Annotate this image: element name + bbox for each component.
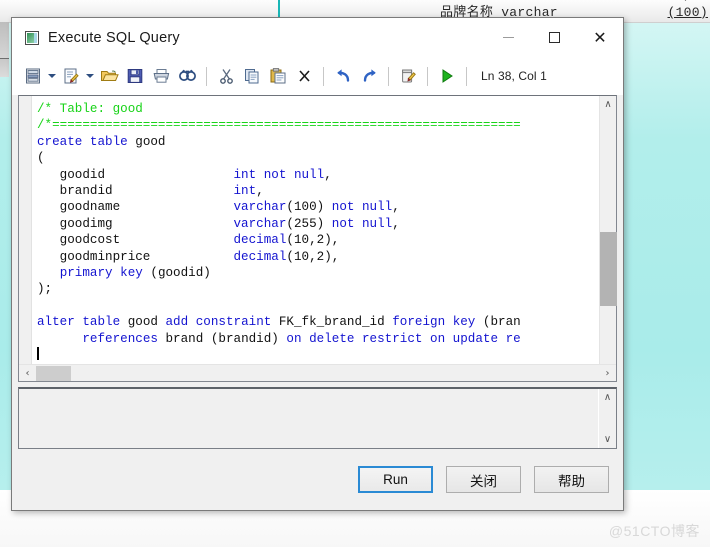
output-scroll-down-button[interactable]: ∨ [599,431,616,448]
sql-window-icon [25,30,39,45]
save-icon[interactable] [122,63,148,89]
scroll-left-button[interactable]: ‹ [19,365,36,382]
print-icon[interactable] [148,63,174,89]
toolbar-separator [466,66,467,86]
scroll-right-button[interactable]: › [599,365,616,382]
minimize-button[interactable] [485,18,531,57]
copy-icon[interactable] [239,63,265,89]
run-icon[interactable] [434,63,460,89]
close-icon: ✕ [593,27,607,47]
editor-hscroll-thumb[interactable] [36,365,71,381]
output-vertical-scrollbar[interactable]: ∧ ∨ [598,389,616,448]
toolbar-separator [388,66,389,86]
delete-icon[interactable] [291,63,317,89]
find-icon[interactable] [174,63,200,89]
run-button[interactable]: Run [358,466,433,493]
execute-sql-query-dialog: Execute SQL Query ✕ Ln 38, Col 1 /* Tabl… [11,17,624,511]
save-as-dropdown-arrow[interactable] [46,63,58,89]
maximize-icon [548,32,560,43]
cursor-position-status: Ln 38, Col 1 [481,69,547,83]
editor-vscroll-track[interactable] [599,113,617,364]
editor-horizontal-scrollbar[interactable]: ‹ › [19,364,616,381]
sql-editor[interactable]: /* Table: good /*=======================… [18,95,617,382]
sql-code-area[interactable]: /* Table: good /*=======================… [32,96,616,364]
open-folder-icon[interactable] [96,63,122,89]
sql-editor-inner: /* Table: good /*=======================… [19,96,617,381]
editor-gutter [19,96,32,364]
new-query-icon[interactable] [58,63,84,89]
help-button[interactable]: 帮助 [534,466,609,493]
paste-icon[interactable] [265,63,291,89]
scroll-up-button[interactable]: ∧ [600,96,617,113]
cut-icon[interactable] [213,63,239,89]
new-query-dropdown-arrow[interactable] [84,63,96,89]
editor-vscroll-thumb[interactable] [599,232,617,306]
save-as-icon[interactable] [20,63,46,89]
background-entity-field-length: (100) [667,5,708,20]
editor-hscroll-track[interactable] [36,365,599,382]
close-dialog-button[interactable]: 关闭 [446,466,521,493]
window-title: Execute SQL Query [48,29,180,46]
background-left-panel-bottom [0,59,9,77]
dialog-button-bar: Run 关闭 帮助 [12,449,623,510]
editor-vertical-scrollbar[interactable]: ∧ ∨ [599,96,617,381]
toolbar-separator [427,66,428,86]
window-controls: ✕ [485,18,623,57]
toolbar-separator [206,66,207,86]
toolbar-separator [323,66,324,86]
watermark: @51CTO博客 [608,523,700,539]
close-button[interactable]: ✕ [577,18,623,57]
minimize-icon [502,37,514,38]
title-bar[interactable]: Execute SQL Query ✕ [12,18,623,58]
output-text [19,389,598,448]
undo-icon[interactable] [330,63,356,89]
edit-script-icon[interactable] [395,63,421,89]
redo-icon[interactable] [356,63,382,89]
maximize-button[interactable] [531,18,577,57]
toolbar: Ln 38, Col 1 [12,58,623,95]
output-pane[interactable]: ∧ ∨ [18,387,617,449]
background-left-panel-top [0,22,9,59]
output-scroll-up-button[interactable]: ∧ [599,389,616,406]
